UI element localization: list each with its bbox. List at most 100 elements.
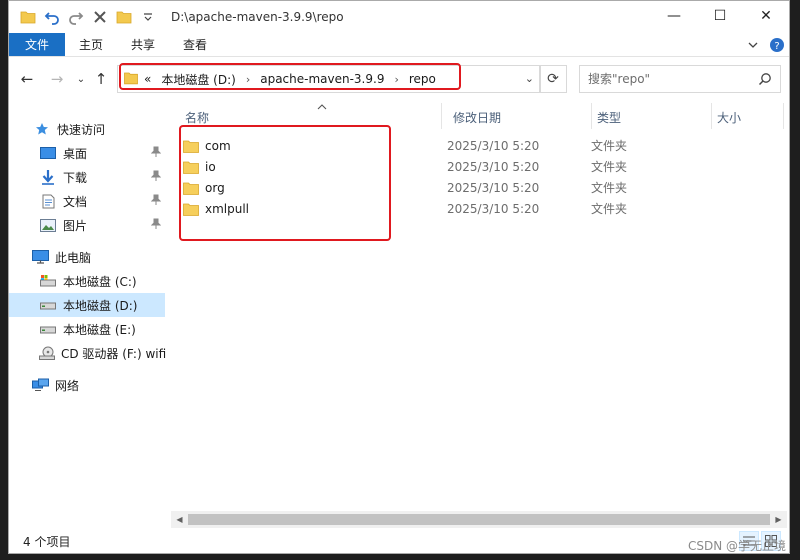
- scroll-right-icon[interactable]: ▶: [770, 511, 787, 528]
- status-bar: 4 个项目: [9, 529, 789, 553]
- folder-icon: [183, 182, 199, 195]
- sidebar-item-desktop[interactable]: 桌面: [9, 141, 165, 165]
- navigation-pane: 快速访问 桌面 下载 文档 图片 此电脑 本地磁盘 (C:) 本地磁盘 (D:)…: [9, 101, 166, 519]
- sidebar-item-downloads[interactable]: 下载: [9, 165, 165, 189]
- picture-icon: [39, 217, 57, 233]
- network-icon: [31, 377, 49, 393]
- tab-share[interactable]: 共享: [117, 33, 169, 56]
- csdn-watermark: CSDN @学无止境: [687, 539, 786, 553]
- search-box[interactable]: [579, 65, 781, 93]
- file-name-cell: xmlpull: [183, 202, 249, 216]
- address-bar[interactable]: « 本地磁盘 (D:) › apache-maven-3.9.9 › repo …: [117, 65, 541, 93]
- window-controls: — ☐ ✕: [651, 1, 789, 31]
- file-date: 2025/3/10 5:20: [447, 201, 540, 216]
- minimize-button[interactable]: —: [651, 1, 697, 31]
- column-header-name[interactable]: 名称: [179, 103, 435, 129]
- file-row-org[interactable]: org 2025/3/10 5:20 文件夹: [183, 177, 783, 198]
- scroll-left-icon[interactable]: ◀: [171, 511, 188, 528]
- breadcrumb-overflow[interactable]: «: [144, 72, 151, 86]
- sidebar-item-label: 本地磁盘 (C:): [63, 274, 137, 289]
- sidebar-item-pictures[interactable]: 图片: [9, 213, 165, 237]
- sidebar-item-label: 本地磁盘 (D:): [63, 298, 138, 313]
- sort-ascending-icon: [317, 103, 327, 113]
- background-terminal-left: [0, 0, 8, 560]
- tab-home[interactable]: 主页: [65, 33, 117, 56]
- file-name: com: [205, 138, 231, 153]
- new-folder-icon[interactable]: [113, 6, 135, 28]
- item-count: 4 个项目: [23, 534, 71, 549]
- file-name-cell: com: [183, 139, 231, 153]
- column-divider[interactable]: [783, 103, 784, 129]
- horizontal-scrollbar[interactable]: ◀ ▶: [171, 511, 787, 528]
- window-title: D:\apache-maven-3.9.9\repo: [171, 10, 344, 24]
- file-row-io[interactable]: io 2025/3/10 5:20 文件夹: [183, 156, 783, 177]
- file-row-com[interactable]: com 2025/3/10 5:20 文件夹: [183, 135, 783, 156]
- sidebar-item-label: 网络: [55, 378, 80, 393]
- close-button[interactable]: ✕: [743, 1, 789, 31]
- column-header-type[interactable]: 类型: [591, 105, 711, 129]
- address-dropdown-icon[interactable]: ⌄: [525, 72, 534, 85]
- back-button[interactable]: ←: [15, 67, 39, 91]
- breadcrumb-repo[interactable]: repo: [409, 72, 436, 86]
- drive-icon: [39, 321, 57, 337]
- maximize-button[interactable]: ☐: [697, 1, 743, 31]
- pin-icon[interactable]: [150, 218, 162, 233]
- quick-access-toolbar: [9, 1, 161, 33]
- sidebar-item-drive-d[interactable]: 本地磁盘 (D:): [9, 293, 165, 317]
- scrollbar-thumb[interactable]: [188, 514, 770, 525]
- file-explorer-window: D:\apache-maven-3.9.9\repo — ☐ ✕ 文件 主页 共…: [8, 0, 790, 554]
- download-icon: [39, 169, 57, 185]
- file-date: 2025/3/10 5:20: [447, 159, 540, 174]
- up-button[interactable]: ↑: [89, 67, 113, 91]
- sidebar-item-documents[interactable]: 文档: [9, 189, 165, 213]
- search-icon[interactable]: [758, 72, 772, 89]
- file-name: org: [205, 180, 225, 195]
- sidebar-item-drive-c[interactable]: 本地磁盘 (C:): [9, 269, 165, 293]
- file-type: 文件夹: [591, 202, 628, 216]
- file-type: 文件夹: [591, 181, 628, 195]
- breadcrumb-separator[interactable]: ›: [246, 73, 250, 86]
- redo-icon[interactable]: [65, 6, 87, 28]
- expand-ribbon-icon[interactable]: [741, 33, 765, 57]
- sidebar-item-label: 图片: [63, 218, 88, 233]
- computer-icon: [31, 249, 49, 265]
- search-input[interactable]: [588, 72, 748, 86]
- column-divider[interactable]: [441, 103, 442, 129]
- breadcrumb-drive-d[interactable]: 本地磁盘 (D:): [161, 71, 235, 88]
- file-row-xmlpull[interactable]: xmlpull 2025/3/10 5:20 文件夹: [183, 198, 783, 219]
- file-name: xmlpull: [205, 201, 250, 216]
- sidebar-item-this-pc[interactable]: 此电脑: [9, 245, 165, 269]
- sidebar-item-label: 下载: [63, 170, 88, 185]
- ribbon-tabs: 文件 主页 共享 查看 ?: [9, 33, 789, 57]
- pin-icon[interactable]: [150, 146, 162, 161]
- sidebar-item-drive-e[interactable]: 本地磁盘 (E:): [9, 317, 165, 341]
- column-header-size[interactable]: 大小: [711, 105, 787, 129]
- file-name: io: [205, 159, 216, 174]
- help-icon[interactable]: ?: [765, 33, 789, 57]
- folder-icon: [183, 203, 199, 216]
- sidebar-item-network[interactable]: 网络: [9, 373, 165, 397]
- refresh-button[interactable]: ⟳: [539, 65, 567, 93]
- folder-icon: [183, 161, 199, 174]
- tab-file[interactable]: 文件: [9, 33, 65, 56]
- file-date: 2025/3/10 5:20: [447, 138, 540, 153]
- background-terminal-right: [790, 0, 800, 560]
- cd-drive-icon: [39, 345, 55, 361]
- column-header-date[interactable]: 修改日期: [447, 105, 587, 129]
- background-terminal-bottom: [0, 554, 800, 560]
- undo-icon[interactable]: [41, 6, 63, 28]
- pin-icon[interactable]: [150, 170, 162, 185]
- file-type: 文件夹: [591, 160, 628, 174]
- sidebar-item-label: 本地磁盘 (E:): [63, 322, 136, 337]
- forward-button[interactable]: →: [45, 67, 69, 91]
- file-name-cell: io: [183, 160, 216, 174]
- pin-icon[interactable]: [150, 194, 162, 209]
- breadcrumb-apache-maven[interactable]: apache-maven-3.9.9: [260, 72, 384, 86]
- breadcrumb-separator[interactable]: ›: [394, 73, 398, 86]
- sidebar-item-cd-drive[interactable]: CD 驱动器 (F:) wifi: [9, 341, 166, 365]
- desktop-icon: [39, 145, 57, 161]
- customize-toolbar-dropdown-icon[interactable]: [137, 6, 159, 28]
- tab-view[interactable]: 查看: [169, 33, 221, 56]
- sidebar-item-quick-access[interactable]: 快速访问: [9, 117, 165, 141]
- delete-icon[interactable]: [89, 6, 111, 28]
